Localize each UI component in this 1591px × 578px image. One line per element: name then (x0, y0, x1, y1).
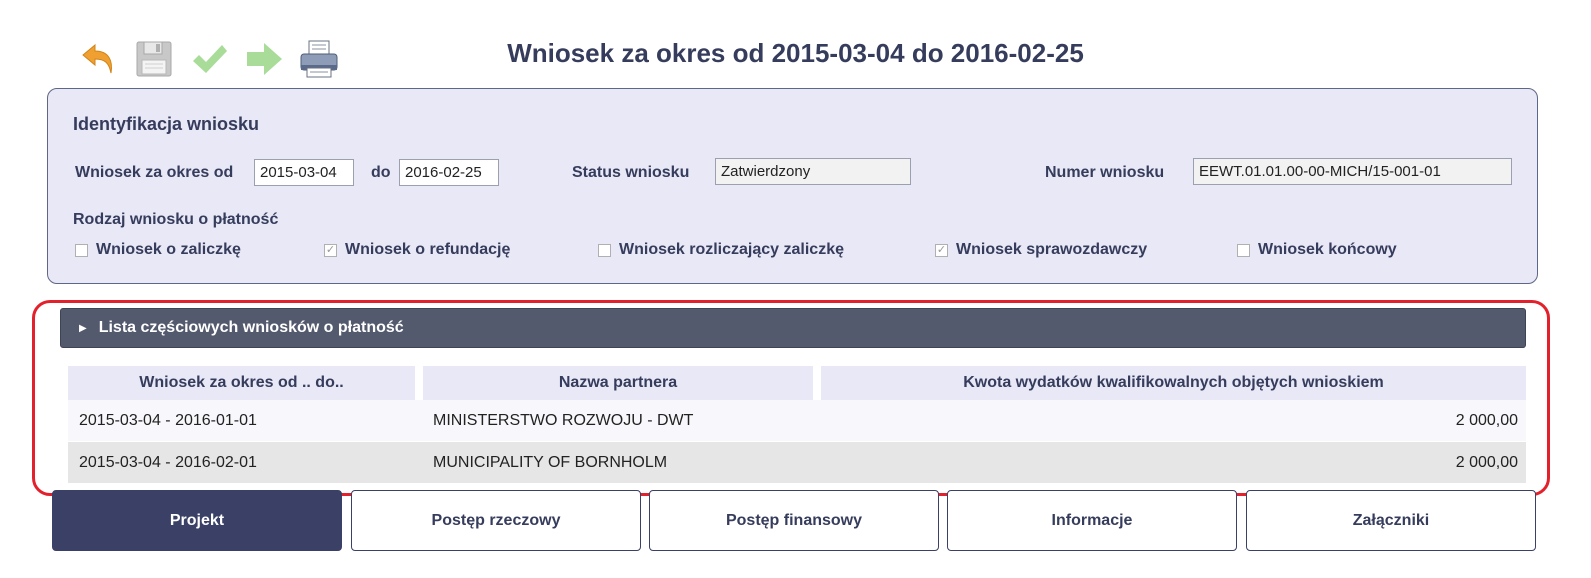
cell-period: 2015-03-04 - 2016-02-01 (79, 453, 257, 471)
period-from-label: Wniosek za okres od (75, 164, 234, 181)
checkbox-advance[interactable]: Wniosek o zaliczkę (75, 241, 241, 259)
number-field[interactable]: EEWT.01.01.00-00-MICH/15-001-01 (1193, 158, 1512, 185)
checkbox-icon[interactable] (598, 243, 611, 257)
tab-zalaczniki[interactable]: Załączniki (1246, 490, 1536, 551)
cell-amount: 2 000,00 (1455, 411, 1518, 429)
payment-type-label: Rodzaj wniosku o płatność (73, 211, 279, 228)
number-label: Numer wniosku (1045, 164, 1165, 181)
cell-amount: 2 000,00 (1455, 453, 1518, 471)
checkbox-checked-icon[interactable]: ✓ (935, 243, 948, 257)
checkbox-refund[interactable]: ✓ Wniosek o refundację (324, 241, 510, 259)
cell-partner: MINISTERSTWO ROZWOJU - DWT (433, 411, 694, 429)
cell-partner: MUNICIPALITY OF BORNHOLM (433, 453, 668, 471)
period-to-label: do (371, 164, 391, 181)
page-title: Wniosek za okres od 2015-03-04 do 2016-0… (507, 38, 1084, 68)
identification-title: Identyfikacja wniosku (73, 114, 260, 134)
table-row[interactable]: 2015-03-04 - 2016-01-01 MINISTERSTWO ROZ… (68, 400, 1526, 441)
tab-postep-rzeczowy[interactable]: Postęp rzeczowy (351, 490, 641, 551)
partial-list-header[interactable]: ▶ Lista częściowych wniosków o płatność (60, 308, 1526, 348)
column-header-amount: Kwota wydatków kwalifikowalnych objętych… (821, 366, 1526, 400)
column-header-partner: Nazwa partnera (423, 366, 813, 400)
checkbox-checked-icon[interactable]: ✓ (324, 243, 337, 257)
tab-informacje[interactable]: Informacje (947, 490, 1237, 551)
identification-panel: Identyfikacja wniosku Wniosek za okres o… (47, 88, 1538, 284)
tab-postep-finansowy[interactable]: Postęp finansowy (649, 490, 939, 551)
checkbox-icon[interactable] (75, 243, 88, 257)
tab-projekt[interactable]: Projekt (52, 490, 342, 551)
checkbox-settlement[interactable]: Wniosek rozliczający zaliczkę (598, 241, 844, 259)
column-header-period: Wniosek za okres od .. do.. (68, 366, 415, 400)
table-row[interactable]: 2015-03-04 - 2016-02-01 MUNICIPALITY OF … (68, 442, 1526, 483)
cell-period: 2015-03-04 - 2016-01-01 (79, 411, 257, 429)
expand-triangle-icon: ▶ (79, 322, 87, 334)
status-label: Status wniosku (572, 164, 690, 181)
period-to-field[interactable]: 2016-02-25 (399, 159, 499, 186)
status-field[interactable]: Zatwierdzony (715, 158, 911, 185)
checkbox-final[interactable]: Wniosek końcowy (1237, 241, 1397, 259)
checkbox-icon[interactable] (1237, 243, 1250, 257)
period-from-field[interactable]: 2015-03-04 (254, 159, 354, 186)
checkbox-report[interactable]: ✓ Wniosek sprawozdawczy (935, 241, 1147, 259)
partial-list-title: Lista częściowych wniosków o płatność (98, 319, 404, 336)
